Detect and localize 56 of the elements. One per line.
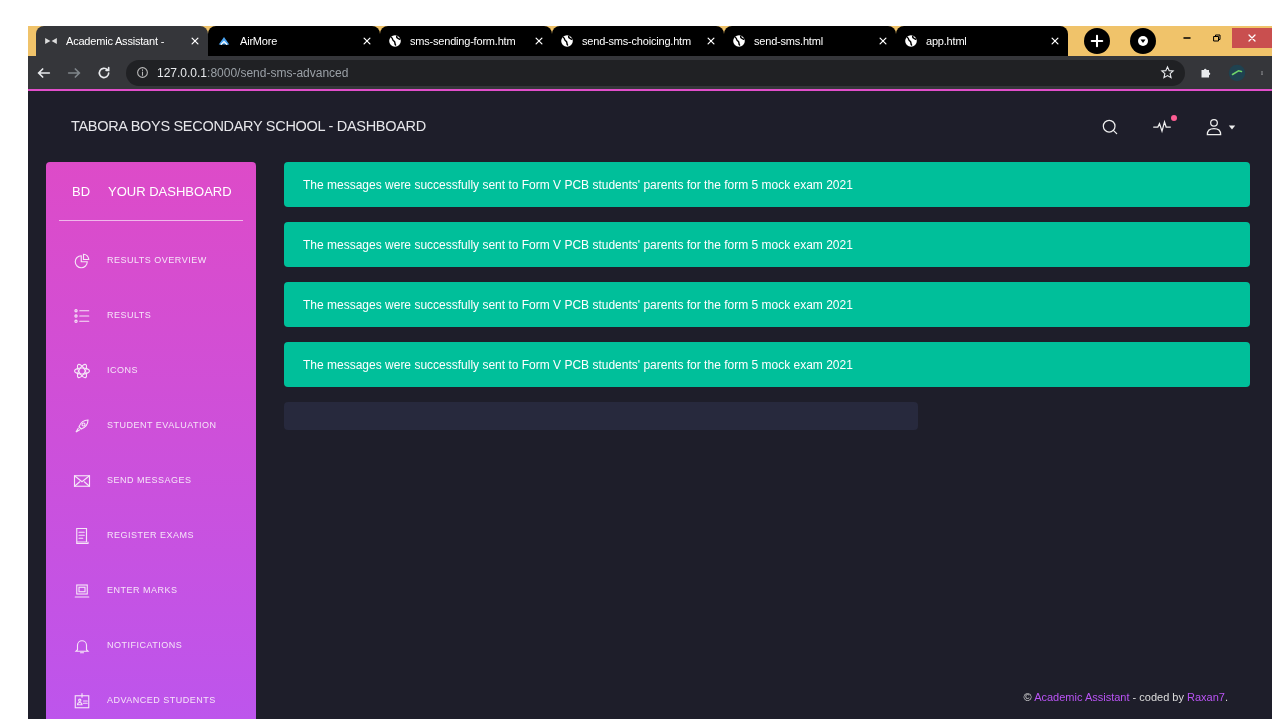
user-icon[interactable] xyxy=(1204,116,1224,137)
bell-icon xyxy=(73,637,91,656)
info-icon xyxy=(136,66,149,80)
star-icon[interactable] xyxy=(1160,65,1175,81)
sidebar-item[interactable]: REGISTER EXAMS xyxy=(59,508,243,564)
author-link[interactable]: Raxan7 xyxy=(1187,690,1225,703)
sidebar-item[interactable]: ICONS xyxy=(59,343,243,399)
success-alert: The messages were successfully sent to Form V PCB students' parents for the form 5 mock exam 2021 xyxy=(284,342,1250,388)
globe-icon xyxy=(388,34,402,48)
close-icon[interactable] xyxy=(1050,36,1060,46)
plus-icon xyxy=(1090,34,1104,48)
close-icon[interactable] xyxy=(706,36,716,46)
footer-link[interactable]: Academic Assistant xyxy=(1034,690,1130,703)
address-field[interactable]: 127.0.0.1:8000/send-sms-advanced xyxy=(126,59,1185,86)
laptop-icon xyxy=(73,582,91,601)
reload-icon[interactable] xyxy=(96,64,112,81)
close-icon[interactable] xyxy=(534,36,544,46)
document-icon xyxy=(73,527,91,546)
list-icon xyxy=(73,307,91,326)
sidebar-item[interactable]: RESULTS OVERVIEW xyxy=(59,233,243,289)
sidebar-item[interactable]: RESULTS xyxy=(59,288,243,344)
sidebar-item[interactable]: STUDENT EVALUATION xyxy=(59,398,243,454)
browser-tab[interactable]: app.html xyxy=(896,26,1068,56)
sidebar-item[interactable]: ENTER MARKS xyxy=(59,563,243,619)
globe-icon xyxy=(732,34,746,48)
browser-tab[interactable]: send-sms-choicing.htm xyxy=(552,26,724,56)
browser-tab[interactable]: send-sms.html xyxy=(724,26,896,56)
atom-icon xyxy=(73,362,91,381)
caret-icon[interactable] xyxy=(1228,122,1236,131)
close-icon[interactable] xyxy=(362,36,372,46)
sidebar-item[interactable]: ADVANCED STUDENTS xyxy=(59,673,243,719)
tab-search-button[interactable] xyxy=(1130,28,1156,54)
avatar-icon[interactable] xyxy=(1228,63,1246,82)
caret-icon xyxy=(1137,35,1149,47)
success-alert: The messages were successfully sent to Form V PCB students' parents for the form 5 mock exam 2021 xyxy=(284,162,1250,208)
globe-icon xyxy=(904,34,918,48)
globe-icon xyxy=(560,34,574,48)
new-tab-button[interactable] xyxy=(1084,28,1110,54)
browser-tab[interactable]: sms-sending-form.htm xyxy=(380,26,552,56)
windows-icon xyxy=(1211,32,1223,44)
success-alert: The messages were successfully sent to Form V PCB students' parents for the form 5 mock exam 2021 xyxy=(284,222,1250,268)
url-text: 127.0.0.1:8000/send-sms-advanced xyxy=(157,64,349,82)
browser-tab[interactable]: Academic Assistant - xyxy=(36,26,208,56)
close-icon xyxy=(1246,32,1258,44)
sidebar-item[interactable]: SEND MESSAGES xyxy=(59,453,243,509)
footer-credit: © Academic Assistant - coded by Raxan7. xyxy=(1023,690,1228,703)
close-icon[interactable] xyxy=(190,36,200,46)
sidebar-item[interactable]: NOTIFICATIONS xyxy=(59,618,243,674)
sidebar-title: YOUR DASHBOARD xyxy=(108,183,232,202)
success-alert: The messages were successfully sent to Form V PCB students' parents for the form 5 mock exam 2021 xyxy=(284,282,1250,328)
page-title: TABORA BOYS SECONDARY SCHOOL - DASHBOARD xyxy=(71,116,427,136)
pie-chart-icon xyxy=(73,252,91,271)
browser-tab[interactable]: AirMore xyxy=(208,26,380,56)
close-icon[interactable] xyxy=(878,36,888,46)
id-card-icon xyxy=(73,692,91,711)
logo-text: BD xyxy=(72,183,91,202)
